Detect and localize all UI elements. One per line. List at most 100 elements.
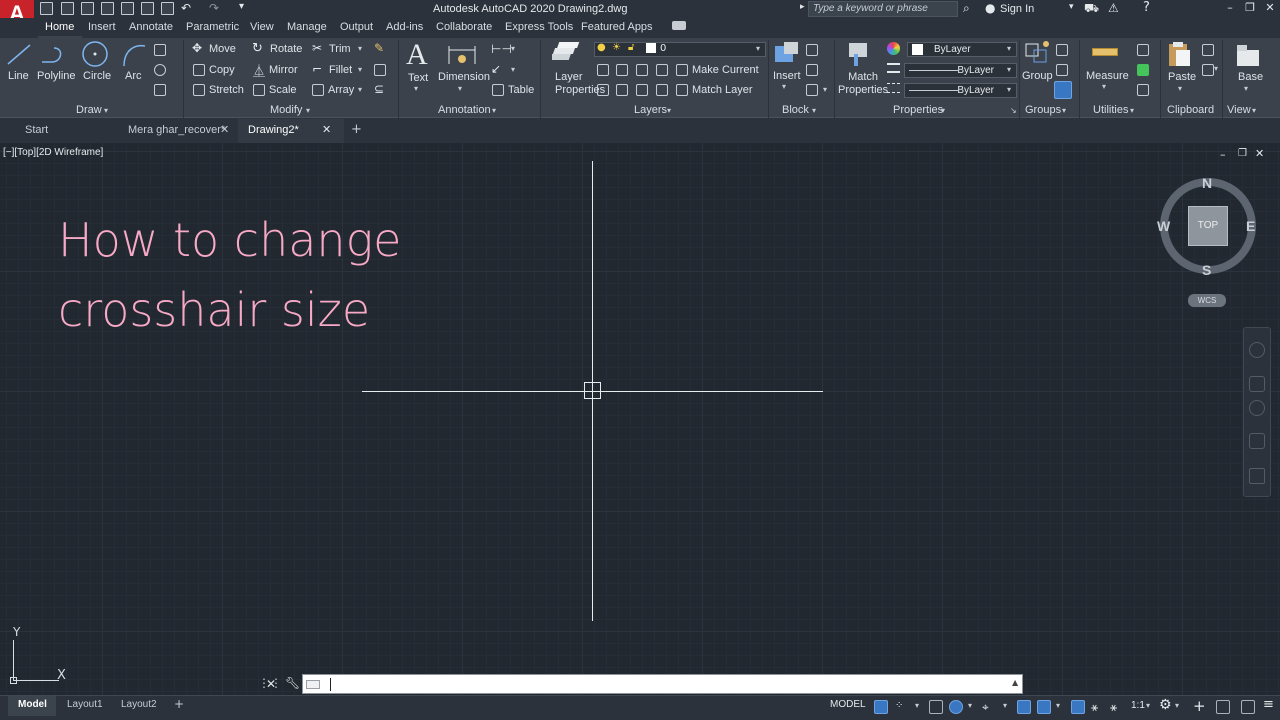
snap-dropdown-icon[interactable]: ▾ [915,701,919,710]
view-panel-title[interactable]: View [1227,104,1251,116]
scale-dropdown-icon[interactable]: ▾ [1146,701,1150,710]
viewport-minimize-icon[interactable]: – [1220,148,1226,161]
base-view-icon[interactable] [1234,42,1262,68]
measure-button[interactable]: Measure [1086,70,1129,82]
modify-panel-title[interactable]: Modify [270,104,302,116]
compass-north[interactable]: N [1202,175,1212,191]
properties-panel-expand-icon[interactable]: ▾ [941,106,945,115]
polyline-button[interactable]: Polyline [37,70,76,82]
tab-featured-apps[interactable]: Featured Apps [581,21,653,33]
match-properties-button[interactable]: Match Properties [838,71,888,97]
attributes-dropdown-icon[interactable]: ▾ [823,85,827,94]
layout-tab-layout1[interactable]: Layout1 [67,699,103,710]
layout-tab-model[interactable]: Model [18,699,47,710]
edit-block-icon[interactable] [806,64,818,76]
layer-unisolate-icon[interactable] [616,64,628,76]
tab-collaborate[interactable]: Collaborate [436,21,492,33]
move-icon[interactable]: ✥ [192,42,204,55]
restore-icon[interactable]: ❐ [1242,1,1258,14]
layer-off-icon[interactable] [656,64,668,76]
tab-home[interactable]: Home [45,21,74,33]
showmotion-icon[interactable] [1249,468,1265,484]
draw-panel-expand-icon[interactable]: ▾ [104,106,108,115]
auto-scale-icon[interactable]: ⚹ [1091,700,1105,714]
groups-panel-expand-icon[interactable]: ▾ [1062,106,1066,115]
measure-icon[interactable] [1092,48,1118,56]
tab-annotate[interactable]: Annotate [129,21,173,33]
erase-icon[interactable]: ✎ [374,41,384,55]
annotation-monitor-icon[interactable]: + [1193,697,1206,715]
lineweight-dropdown-arrow-icon[interactable]: ▾ [1007,65,1011,74]
redo-icon[interactable]: ↷ [209,1,219,15]
trim-dropdown-icon[interactable]: ▾ [358,44,362,53]
sign-in-dropdown-icon[interactable]: ▾ [1069,2,1074,12]
modify-panel-expand-icon[interactable]: ▾ [306,106,310,115]
ortho-mode-icon[interactable] [929,700,943,714]
match-layer-icon[interactable] [676,84,688,96]
layers-panel-title[interactable]: Layers [634,104,667,116]
block-panel-title[interactable]: Block [782,104,809,116]
annotation-scale-icon[interactable]: ⚹ [1110,700,1124,714]
polyline-icon[interactable] [40,42,70,68]
utilities-panel-expand-icon[interactable]: ▾ [1130,106,1134,115]
compass-south[interactable]: S [1202,262,1211,278]
array-button[interactable]: Array [328,84,354,96]
rotate-icon[interactable]: ↻ [252,41,263,56]
viewport-restore-icon[interactable]: ❐ [1238,148,1247,159]
block-panel-expand-icon[interactable]: ▾ [812,106,816,115]
linear-dimension-icon[interactable]: ⊢⊣ [491,42,512,56]
circle-button[interactable]: Circle [83,70,111,82]
command-line-input[interactable] [302,674,1023,694]
insert-button[interactable]: Insert [773,70,801,82]
annotation-panel-expand-icon[interactable]: ▾ [492,106,496,115]
ribbon-minimize-toggle-icon[interactable] [672,21,686,30]
dimension-dropdown-icon[interactable]: ▾ [458,84,462,93]
steering-wheel-icon[interactable] [1249,342,1265,358]
wcs-menu-button[interactable]: WCS [1188,294,1226,307]
base-dropdown-icon[interactable]: ▾ [1244,84,1248,93]
plot-icon[interactable] [161,2,174,15]
open-file-icon[interactable] [61,2,74,15]
create-block-icon[interactable] [806,44,818,56]
mirror-button[interactable]: Mirror [269,64,298,76]
stretch-button[interactable]: Stretch [209,84,244,96]
search-input[interactable]: Type a keyword or phrase [808,1,958,17]
line-icon[interactable] [6,42,32,68]
linear-dropdown-icon[interactable]: ▾ [511,44,515,53]
workspace-switching-icon[interactable]: ⚙ [1159,697,1172,713]
color-wheel-icon[interactable] [887,42,900,55]
base-button[interactable]: Base [1238,71,1263,83]
utilities-panel-title[interactable]: Utilities [1093,104,1128,116]
leader-icon[interactable]: ↙ [491,62,501,76]
leader-dropdown-icon[interactable]: ▾ [511,65,515,74]
ellipse-icon[interactable] [154,64,166,76]
match-layer-button[interactable]: Match Layer [692,84,753,96]
file-tab-start[interactable]: Start [25,124,48,136]
groups-panel-title[interactable]: Groups [1025,104,1061,116]
customization-menu-icon[interactable]: ≡ [1263,697,1274,712]
tab-add-ins[interactable]: Add-ins [386,21,423,33]
compass-west[interactable]: W [1157,218,1170,234]
layer-properties-icon[interactable] [552,40,582,70]
grid-display-icon[interactable] [874,700,888,714]
arc-button[interactable]: Arc [125,70,142,82]
model-space-toggle[interactable]: MODEL [830,699,866,710]
linetype-dropdown-arrow-icon[interactable]: ▾ [1007,85,1011,94]
dimension-button[interactable]: Dimension [438,71,490,83]
tab-insert[interactable]: Insert [88,21,116,33]
annotation-panel-title[interactable]: Annotation [438,104,491,116]
quick-select-icon[interactable] [1137,44,1149,56]
tab-manage[interactable]: Manage [287,21,327,33]
group-icon[interactable] [1024,40,1052,68]
move-button[interactable]: Move [209,43,236,55]
add-layout-icon[interactable]: + [174,697,184,711]
close-icon[interactable]: ✕ [1262,1,1278,14]
orbit-icon[interactable] [1249,433,1265,449]
workspace-dropdown-icon[interactable]: ▾ [1175,701,1179,710]
select-all-icon[interactable] [1137,64,1149,76]
close-tab-icon[interactable]: ✕ [220,123,229,136]
text-dropdown-icon[interactable]: ▾ [414,84,418,93]
layer-properties-button[interactable]: Layer Properties [555,71,605,97]
new-tab-icon[interactable]: + [351,122,362,137]
quick-access-dropdown-icon[interactable]: ▾ [239,1,244,12]
